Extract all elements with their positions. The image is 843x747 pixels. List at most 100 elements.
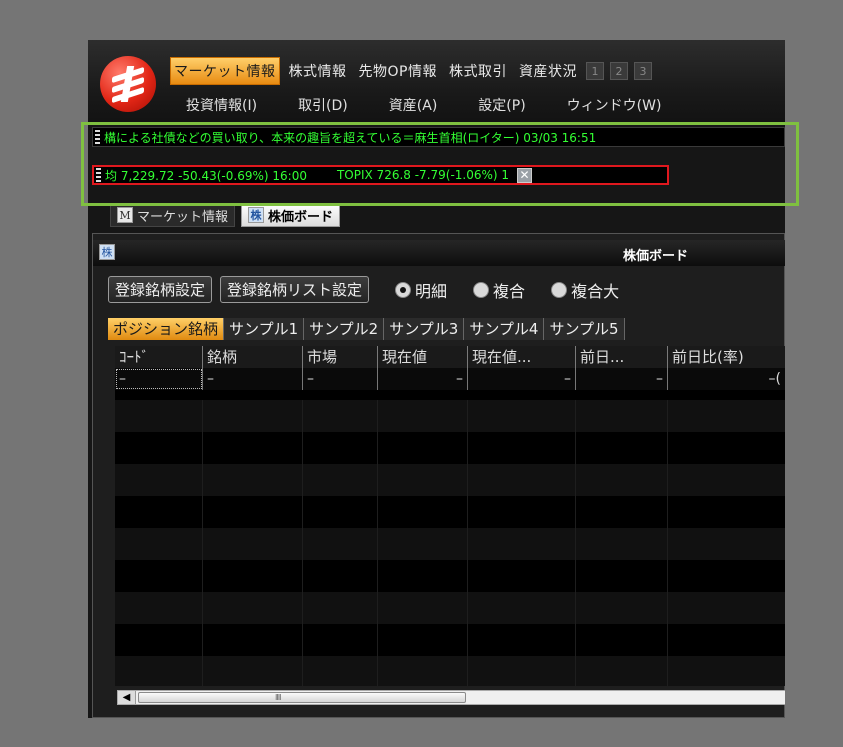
grid-cell[interactable] [303,592,378,624]
table-row[interactable] [115,656,785,686]
tab-sample-3[interactable]: サンプル3 [384,318,465,340]
column-header-current-time[interactable]: 現在値... [468,346,576,368]
menu-tab-stock-info[interactable]: 株式情報 [286,58,350,84]
cell-prev-change[interactable]: – [576,368,668,390]
table-row[interactable] [115,528,785,560]
column-header-current-price[interactable]: 現在値 [378,346,468,368]
menu-tab-asset-status[interactable]: 資産状況 [516,58,580,84]
grid-cell[interactable] [576,496,668,528]
table-row[interactable] [115,592,785,624]
grid-cell[interactable] [115,656,203,686]
grid-cell[interactable] [115,432,203,464]
grid-cell[interactable] [468,496,576,528]
grid-cell[interactable] [576,624,668,656]
grid-cell[interactable] [668,592,785,624]
grid-cell[interactable] [668,432,785,464]
grid-cell[interactable] [303,400,378,432]
grid-cell[interactable] [576,464,668,496]
grid-cell[interactable] [203,496,303,528]
table-row[interactable] [115,432,785,464]
grid-cell[interactable] [668,528,785,560]
column-header-prev-change-pct[interactable]: 前日比(率) [668,346,785,368]
grid-cell[interactable] [668,400,785,432]
grid-cell[interactable] [203,656,303,686]
column-header-prev-change[interactable]: 前日... [576,346,668,368]
tab-sample-1[interactable]: サンプル1 [224,318,305,340]
grid-cell[interactable] [576,656,668,686]
table-row[interactable]: – – – – – – –( [115,368,785,400]
grid-cell[interactable] [668,656,785,686]
grid-cell[interactable] [115,496,203,528]
menu-tab-futures-options-info[interactable]: 先物OP情報 [356,58,440,84]
grid-cell[interactable] [378,400,468,432]
grid-cell[interactable] [576,400,668,432]
drag-grip-icon[interactable] [95,130,100,144]
grid-cell[interactable] [468,432,576,464]
grid-cell[interactable] [115,560,203,592]
registered-stocks-settings-button[interactable]: 登録銘柄設定 [108,276,213,303]
grid-cell[interactable] [378,592,468,624]
grid-cell[interactable] [378,624,468,656]
scroll-left-icon[interactable]: ◀ [118,691,136,704]
column-header-code[interactable]: ｺｰﾄﾞ [115,346,203,368]
close-icon[interactable]: ✕ [517,167,533,183]
grid-cell[interactable] [115,624,203,656]
grid-cell[interactable] [115,592,203,624]
tab-position-stocks[interactable]: ポジション銘柄 [108,318,225,340]
tab-sample-5[interactable]: サンプル5 [544,318,625,340]
drag-grip-icon[interactable] [96,168,101,182]
cell-current-price[interactable]: – [378,368,468,390]
grid-cell[interactable] [468,656,576,686]
cell-prev-change-pct[interactable]: –( [668,368,785,390]
table-row[interactable] [115,496,785,528]
grid-cell[interactable] [576,592,668,624]
grid-cell[interactable] [468,464,576,496]
column-header-name[interactable]: 銘柄 [203,346,303,368]
cell-market[interactable]: – [303,368,378,390]
grid-cell[interactable] [468,624,576,656]
cell-code[interactable]: – [115,368,203,390]
grid-cell[interactable] [203,464,303,496]
grid-cell[interactable] [203,432,303,464]
window-2-button[interactable]: 2 [609,62,628,80]
grid-cell[interactable] [468,592,576,624]
grid-cell[interactable] [668,496,785,528]
grid-cell[interactable] [378,560,468,592]
grid-cell[interactable] [668,560,785,592]
cell-name[interactable]: – [203,368,303,390]
grid-cell[interactable] [378,528,468,560]
radio-detail[interactable]: 明細 [395,278,447,302]
grid-cell[interactable] [115,464,203,496]
grid-cell[interactable] [303,560,378,592]
horizontal-scrollbar[interactable]: ◀ IIII [117,690,785,705]
grid-cell[interactable] [115,528,203,560]
grid-cell[interactable] [668,624,785,656]
menu-trading[interactable]: 取引(D) [298,95,348,115]
grid-cell[interactable] [115,400,203,432]
grid-cell[interactable] [378,496,468,528]
tab-sample-2[interactable]: サンプル2 [304,318,385,340]
grid-cell[interactable] [203,560,303,592]
scrollbar-thumb[interactable] [138,692,466,703]
grid-cell[interactable] [303,624,378,656]
menu-tab-market-info[interactable]: マーケット情報 [170,57,280,85]
grid-cell[interactable] [576,432,668,464]
grid-cell[interactable] [203,528,303,560]
menu-settings[interactable]: 設定(P) [478,95,525,115]
table-row[interactable] [115,560,785,592]
menu-tab-stock-trading[interactable]: 株式取引 [446,58,510,84]
tab-market-info[interactable]: M マーケット情報 [110,203,236,227]
grid-cell[interactable] [203,400,303,432]
grid-cell[interactable] [668,464,785,496]
grid-cell[interactable] [203,624,303,656]
grid-cell[interactable] [378,432,468,464]
cell-current-time[interactable]: – [468,368,576,390]
grid-cell[interactable] [303,656,378,686]
grid-cell[interactable] [576,528,668,560]
grid-cell[interactable] [303,496,378,528]
grid-cell[interactable] [468,528,576,560]
tab-stock-board[interactable]: 株 株価ボード [241,203,341,227]
table-row[interactable] [115,464,785,496]
column-header-market[interactable]: 市場 [303,346,378,368]
table-row[interactable] [115,400,785,432]
